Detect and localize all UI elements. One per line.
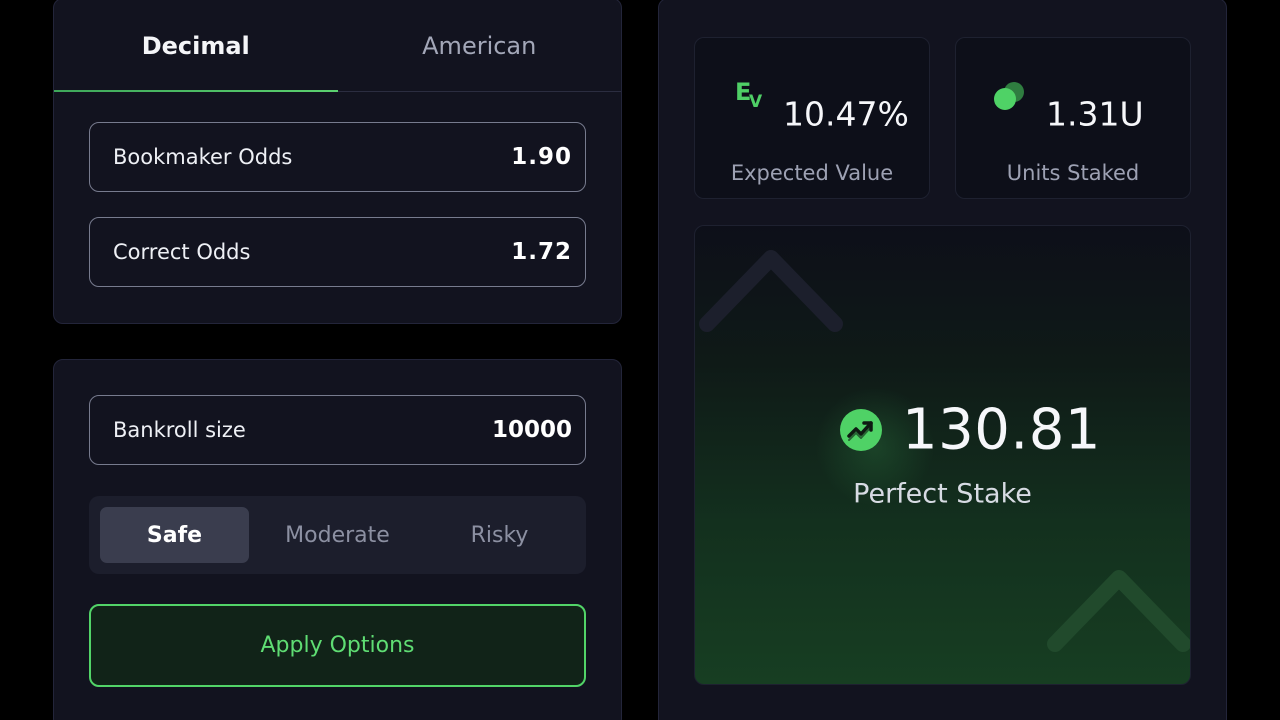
active-tab-indicator	[54, 90, 338, 92]
trend-up-check-icon	[840, 409, 882, 451]
ev-icon: EV	[735, 78, 763, 112]
correct-odds-label: Correct Odds	[113, 240, 251, 264]
perfect-stake-card: 130.81 Perfect Stake	[694, 225, 1191, 685]
bankroll-size-value[interactable]: 10000	[492, 417, 572, 443]
apply-options-button[interactable]: Apply Options	[89, 604, 586, 687]
calculator-screen: Decimal American Bookmaker Odds 1.90 Cor…	[0, 0, 1280, 720]
chevron-up-decoration-icon	[1047, 570, 1190, 652]
correct-odds-field[interactable]: Correct Odds 1.72	[89, 217, 586, 287]
risk-option-risky[interactable]: Risky	[425, 507, 574, 563]
results-panel: EV 10.47% Expected Value 1.31U Units Sta…	[658, 0, 1227, 720]
chevron-up-decoration-icon	[699, 250, 843, 332]
bankroll-size-field[interactable]: Bankroll size 10000	[89, 395, 586, 465]
expected-value-label: Expected Value	[730, 161, 894, 185]
perfect-stake-label: Perfect Stake	[853, 478, 1032, 510]
units-dots-icon	[994, 82, 1028, 112]
risk-level-selector: Safe Moderate Risky	[89, 496, 586, 574]
units-staked-card: 1.31U Units Staked	[955, 37, 1191, 199]
expected-value-amount: 10.47%	[783, 94, 909, 134]
bankroll-panel: Bankroll size 10000 Safe Moderate Risky …	[53, 359, 622, 720]
expected-value-card: EV 10.47% Expected Value	[694, 37, 930, 199]
tab-american[interactable]: American	[338, 0, 622, 92]
bookmaker-odds-label: Bookmaker Odds	[113, 145, 293, 169]
bankroll-size-label: Bankroll size	[113, 418, 246, 442]
odds-panel: Decimal American Bookmaker Odds 1.90 Cor…	[53, 0, 622, 324]
bookmaker-odds-field[interactable]: Bookmaker Odds 1.90	[89, 122, 586, 192]
risk-option-safe[interactable]: Safe	[100, 507, 249, 563]
units-staked-label: Units Staked	[1006, 161, 1140, 185]
units-staked-amount: 1.31U	[1046, 94, 1144, 134]
perfect-stake-amount: 130.81	[902, 397, 1101, 463]
risk-option-moderate[interactable]: Moderate	[263, 507, 412, 563]
odds-format-tabs: Decimal American	[54, 0, 621, 92]
tab-decimal[interactable]: Decimal	[54, 0, 338, 92]
correct-odds-value[interactable]: 1.72	[511, 239, 572, 265]
bookmaker-odds-value[interactable]: 1.90	[511, 144, 572, 170]
